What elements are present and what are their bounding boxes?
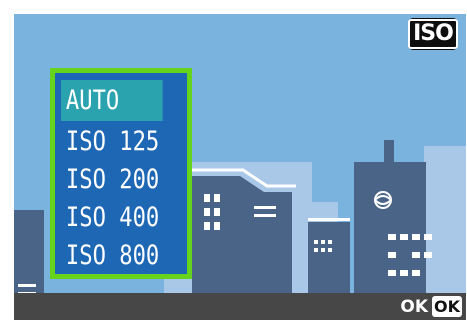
iso-option-125[interactable]: ISO 125	[61, 121, 163, 162]
iso-option-800[interactable]: ISO 800	[61, 235, 163, 276]
iso-option-auto[interactable]: AUTO	[61, 80, 163, 121]
iso-badge-label: ISO	[408, 19, 458, 49]
iso-option-400[interactable]: ISO 400	[61, 197, 163, 238]
iso-option-200[interactable]: ISO 200	[61, 159, 163, 200]
ok-button-icon[interactable]: OK	[432, 296, 462, 317]
camera-screen: ISO AUTO ISO 125 ISO 200 ISO 400 ISO 800…	[14, 14, 466, 320]
bottom-bar: OK OK	[14, 293, 466, 320]
iso-icon: ISO	[408, 18, 458, 50]
iso-menu[interactable]: AUTO ISO 125 ISO 200 ISO 400 ISO 800	[50, 68, 192, 279]
ok-label: OK	[400, 297, 428, 317]
